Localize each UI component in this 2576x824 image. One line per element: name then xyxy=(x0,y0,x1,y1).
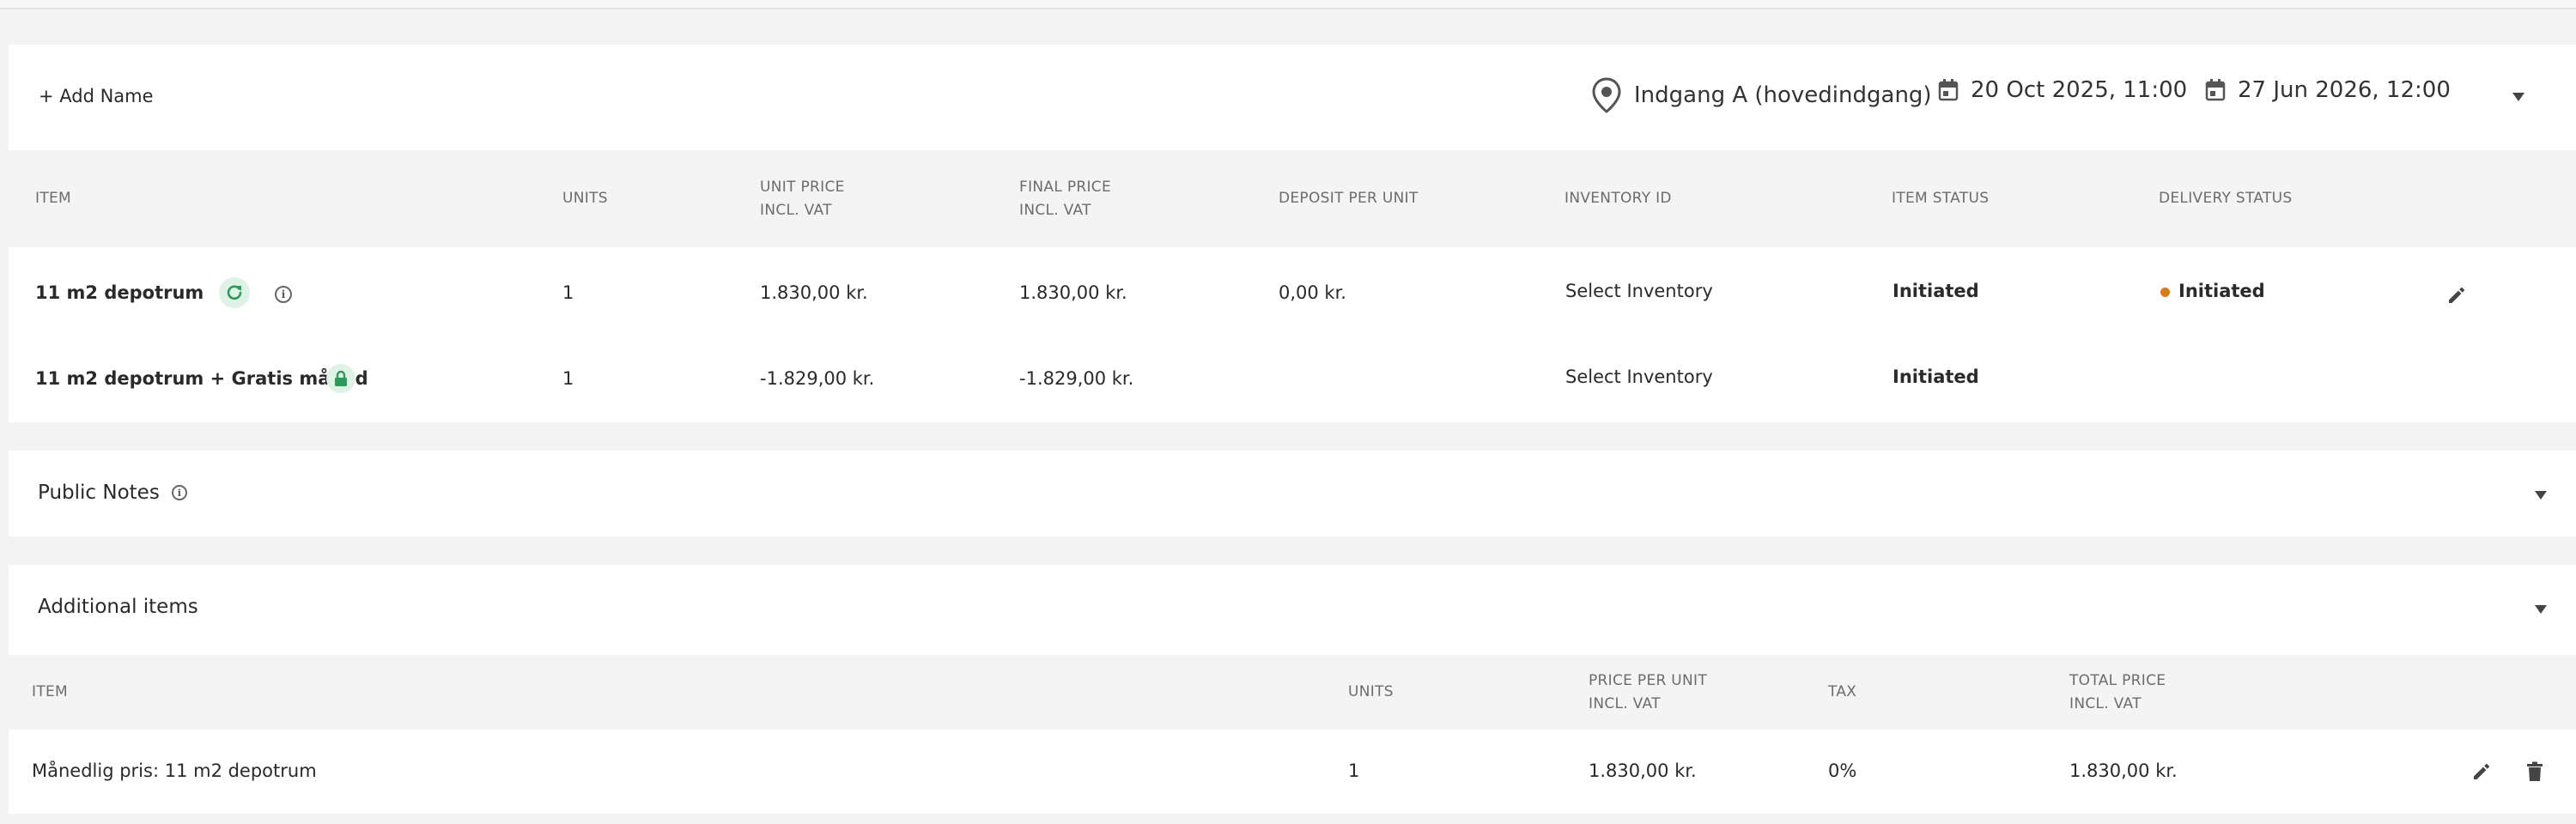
col-delivery-status: DELIVERY STATUS xyxy=(2159,190,2293,207)
col-total-line2: INCL. VAT xyxy=(2069,695,2142,712)
order-line-card: + Add Name Indgang A (hovedindgang) 20 O… xyxy=(9,45,2576,422)
lock-icon xyxy=(326,364,355,393)
units-value: 1 xyxy=(562,282,574,303)
col-price-line1: PRICE PER UNIT xyxy=(1589,672,1708,689)
col-item: ITEM xyxy=(32,683,69,700)
caret-down-icon[interactable] xyxy=(2535,605,2547,614)
col-price-per-unit: PRICE PER UNIT INCL. VAT xyxy=(1589,670,1707,716)
calendar-icon xyxy=(1938,79,1959,101)
caret-down-icon[interactable] xyxy=(2512,93,2524,101)
end-date-selector[interactable]: 27 Jun 2026, 12:00 xyxy=(2205,77,2451,103)
col-unit-price-line2: INCL. VAT xyxy=(760,202,832,219)
end-date-label: 27 Jun 2026, 12:00 xyxy=(2238,77,2451,103)
col-final-price-line1: FINAL PRICE xyxy=(1019,179,1112,196)
item-name: 11 m2 depotrum + Gratis måned xyxy=(35,368,368,389)
info-icon[interactable]: i xyxy=(171,485,187,500)
location-selector[interactable]: Indgang A (hovedindgang) xyxy=(1591,77,1932,113)
caret-down-icon[interactable] xyxy=(2535,491,2547,500)
select-inventory-link[interactable]: Select Inventory xyxy=(1565,281,1713,301)
public-notes-section[interactable]: Public Notes i xyxy=(9,451,2576,536)
item-name: 11 m2 depotrum xyxy=(35,282,204,303)
unit-price-value: 1.830,00 kr. xyxy=(760,282,868,303)
additional-items-title: Additional items xyxy=(38,596,198,618)
trash-icon[interactable] xyxy=(2526,761,2543,785)
price-per-unit-value: 1.830,00 kr. xyxy=(1589,760,1697,781)
additional-items-section: Additional items ITEM UNITS PRICE PER UN… xyxy=(9,565,2576,814)
calendar-icon xyxy=(2205,79,2226,101)
col-tax: TAX xyxy=(1828,683,1857,700)
col-deposit: DEPOSIT PER UNIT xyxy=(1279,190,1419,207)
start-date-selector[interactable]: 20 Oct 2025, 11:00 xyxy=(1938,77,2187,103)
units-value: 1 xyxy=(1348,760,1360,781)
col-unit-price-line1: UNIT PRICE xyxy=(760,179,845,196)
col-final-price: FINAL PRICE INCL. VAT xyxy=(1019,176,1111,222)
delivery-status-value: Initiated xyxy=(2178,281,2265,301)
top-divider xyxy=(0,0,2576,9)
col-price-line2: INCL. VAT xyxy=(1589,695,1661,712)
status-dot xyxy=(2160,288,2170,297)
units-value: 1 xyxy=(562,368,574,389)
col-units: UNITS xyxy=(1348,683,1394,700)
refresh-icon xyxy=(219,277,250,308)
col-total-price: TOTAL PRICE INCL. VAT xyxy=(2069,670,2166,716)
additional-items-table-header: ITEM UNITS PRICE PER UNIT INCL. VAT TAX … xyxy=(9,655,2576,730)
map-pin-icon xyxy=(1592,77,1621,113)
additional-item-name: Månedlig pris: 11 m2 depotrum xyxy=(32,760,317,781)
order-line-header: + Add Name Indgang A (hovedindgang) 20 O… xyxy=(9,45,2576,150)
public-notes-title: Public Notes i xyxy=(38,482,187,504)
info-icon[interactable]: i xyxy=(275,286,292,303)
tax-value: 0% xyxy=(1828,760,1857,781)
deposit-value: 0,00 kr. xyxy=(1279,282,1346,303)
start-date-label: 20 Oct 2025, 11:00 xyxy=(1971,77,2188,103)
pencil-icon[interactable] xyxy=(2446,285,2467,309)
col-inventory: INVENTORY ID xyxy=(1564,190,1672,207)
col-final-price-line2: INCL. VAT xyxy=(1019,202,1091,219)
col-item-status: ITEM STATUS xyxy=(1892,190,1990,207)
total-price-value: 1.830,00 kr. xyxy=(2069,760,2178,781)
items-table-header: ITEM UNITS UNIT PRICE INCL. VAT FINAL PR… xyxy=(9,150,2576,247)
col-units: UNITS xyxy=(562,190,608,207)
pencil-icon[interactable] xyxy=(2471,761,2492,785)
item-status-value: Initiated xyxy=(1893,281,1979,301)
location-label: Indgang A (hovedindgang) xyxy=(1634,82,1932,108)
public-notes-label: Public Notes xyxy=(38,482,160,504)
final-price-value: 1.830,00 kr. xyxy=(1019,282,1127,303)
final-price-value: -1.829,00 kr. xyxy=(1019,368,1134,389)
add-name-button[interactable]: + Add Name xyxy=(39,86,154,106)
col-total-line1: TOTAL PRICE xyxy=(2069,672,2166,689)
col-unit-price: UNIT PRICE INCL. VAT xyxy=(760,176,845,222)
item-status-value: Initiated xyxy=(1893,367,1979,387)
unit-price-value: -1.829,00 kr. xyxy=(760,368,875,389)
select-inventory-link[interactable]: Select Inventory xyxy=(1565,367,1713,387)
col-item: ITEM xyxy=(35,190,72,207)
